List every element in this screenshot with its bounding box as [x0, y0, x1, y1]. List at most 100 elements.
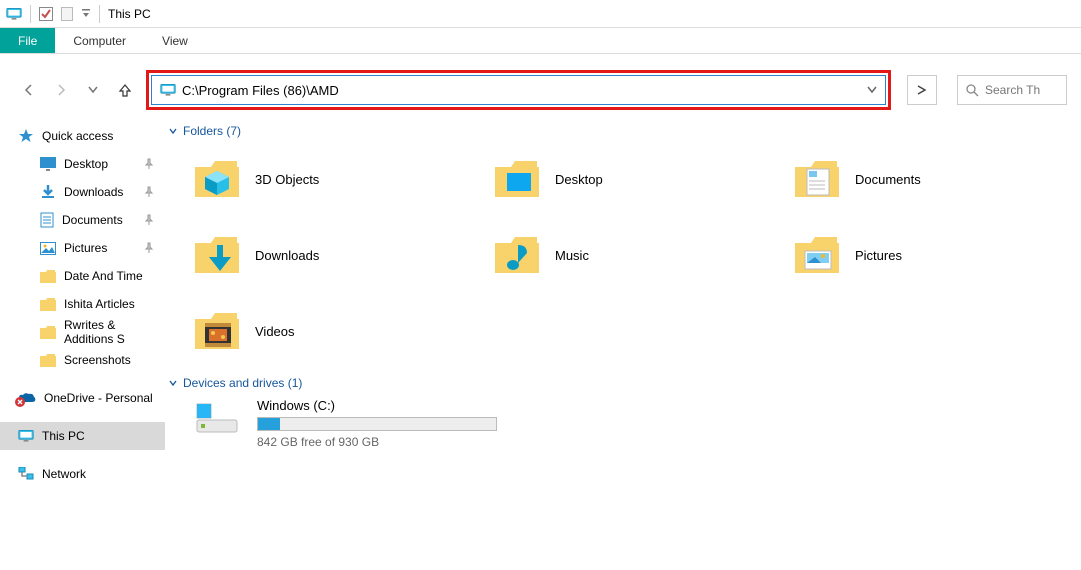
- item-label: Desktop: [555, 172, 603, 187]
- group-folders[interactable]: Folders (7): [169, 124, 1069, 138]
- search-box[interactable]: Search Th: [957, 75, 1067, 105]
- sidebar-item-documents[interactable]: Documents: [0, 206, 165, 234]
- folders-grid: 3D Objects Desktop Documents Downloads M…: [169, 146, 1069, 364]
- sidebar-item-label: Rwrites & Additions S: [64, 318, 155, 346]
- desktop-icon: [40, 157, 56, 171]
- drive-icon: [193, 398, 241, 438]
- sidebar-network-label: Network: [42, 467, 86, 481]
- item-label: Music: [555, 248, 589, 263]
- titlebar: This PC: [0, 0, 1081, 28]
- address-bar[interactable]: [151, 75, 886, 105]
- sidebar-item-pictures[interactable]: Pictures: [0, 234, 165, 262]
- nav-row: Search Th: [0, 66, 1081, 114]
- sidebar-quick-access-label: Quick access: [42, 129, 113, 143]
- folder-music[interactable]: Music: [469, 222, 769, 288]
- tab-computer[interactable]: Computer: [55, 28, 144, 53]
- onedrive-icon: [18, 392, 36, 404]
- up-button[interactable]: [114, 79, 136, 101]
- folder-icon: [40, 270, 56, 283]
- sidebar-this-pc[interactable]: This PC: [0, 422, 165, 450]
- item-label: Downloads: [255, 248, 319, 263]
- qat-doc-icon[interactable]: [61, 7, 73, 21]
- address-input[interactable]: [182, 83, 861, 98]
- sidebar-quick-access[interactable]: Quick access: [0, 122, 165, 150]
- drive-usage-bar: [257, 417, 497, 431]
- recent-dropdown[interactable]: [82, 79, 104, 101]
- downloads-icon: [40, 184, 56, 200]
- 3d-objects-icon: [193, 157, 241, 201]
- sidebar-onedrive[interactable]: OneDrive - Personal: [0, 384, 165, 412]
- qat-checkbox-icon[interactable]: [39, 7, 53, 21]
- tab-file[interactable]: File: [0, 28, 55, 53]
- address-bar-highlight: [146, 70, 891, 110]
- folder-3d-objects[interactable]: 3D Objects: [169, 146, 469, 212]
- group-devices-label: Devices and drives (1): [183, 376, 302, 390]
- pin-icon: [143, 158, 155, 170]
- folder-icon: [40, 326, 56, 339]
- drive-name: Windows (C:): [257, 398, 497, 413]
- sidebar-item-desktop[interactable]: Desktop: [0, 150, 165, 178]
- window-title: This PC: [108, 7, 151, 21]
- drive-c[interactable]: Windows (C:) 842 GB free of 930 GB: [169, 398, 1069, 449]
- documents-folder-icon: [793, 157, 841, 201]
- sidebar-item-label: Desktop: [64, 157, 108, 171]
- sidebar-item-downloads[interactable]: Downloads: [0, 178, 165, 206]
- music-folder-icon: [493, 233, 541, 277]
- tab-view[interactable]: View: [144, 28, 206, 53]
- main-area: Quick access Desktop Downloads Documents…: [0, 114, 1081, 570]
- this-pc-icon: [18, 429, 34, 443]
- tab-computer-label: Computer: [73, 34, 126, 48]
- sidebar-network[interactable]: Network: [0, 460, 165, 488]
- folder-documents[interactable]: Documents: [769, 146, 1069, 212]
- folder-desktop[interactable]: Desktop: [469, 146, 769, 212]
- downloads-folder-icon: [193, 233, 241, 277]
- chevron-down-icon[interactable]: [867, 86, 877, 94]
- group-folders-label: Folders (7): [183, 124, 241, 138]
- forward-button[interactable]: [50, 79, 72, 101]
- folder-icon: [40, 298, 56, 311]
- group-devices[interactable]: Devices and drives (1): [169, 376, 1069, 390]
- search-placeholder: Search Th: [985, 83, 1040, 97]
- separator: [30, 5, 31, 23]
- item-label: Documents: [855, 172, 921, 187]
- sidebar-item-folder[interactable]: Date And Time: [0, 262, 165, 290]
- sidebar-item-label: Documents: [62, 213, 123, 227]
- chevron-down-icon: [169, 379, 177, 387]
- item-label: Pictures: [855, 248, 902, 263]
- star-icon: [18, 128, 34, 144]
- separator: [99, 5, 100, 23]
- sidebar-item-label: Downloads: [64, 185, 123, 199]
- folder-videos[interactable]: Videos: [169, 298, 469, 364]
- sidebar-item-label: Ishita Articles: [64, 297, 135, 311]
- content-pane: Folders (7) 3D Objects Desktop Documents…: [165, 114, 1081, 570]
- qat-dropdown-icon[interactable]: [81, 8, 91, 20]
- search-icon: [966, 84, 979, 97]
- sidebar-item-folder[interactable]: Ishita Articles: [0, 290, 165, 318]
- this-pc-icon: [6, 7, 22, 21]
- ribbon-tabs: File Computer View: [0, 28, 1081, 54]
- item-label: 3D Objects: [255, 172, 319, 187]
- pin-icon: [143, 186, 155, 198]
- pictures-folder-icon: [793, 233, 841, 277]
- sidebar-item-folder[interactable]: Screenshots: [0, 346, 165, 374]
- drive-info: Windows (C:) 842 GB free of 930 GB: [257, 398, 497, 449]
- tab-view-label: View: [162, 34, 188, 48]
- videos-folder-icon: [193, 309, 241, 353]
- sidebar-item-label: Date And Time: [64, 269, 143, 283]
- sidebar-item-folder[interactable]: Rwrites & Additions S: [0, 318, 165, 346]
- tab-file-label: File: [18, 34, 37, 48]
- chevron-down-icon: [169, 127, 177, 135]
- folder-downloads[interactable]: Downloads: [169, 222, 469, 288]
- go-button[interactable]: [907, 75, 937, 105]
- pictures-icon: [40, 242, 56, 255]
- pin-icon: [143, 242, 155, 254]
- sidebar-this-pc-label: This PC: [42, 429, 85, 443]
- folder-icon: [40, 354, 56, 367]
- drive-usage-fill: [258, 418, 280, 430]
- sidebar-item-label: Screenshots: [64, 353, 131, 367]
- sidebar-item-label: Pictures: [64, 241, 107, 255]
- back-button[interactable]: [18, 79, 40, 101]
- documents-icon: [40, 212, 54, 228]
- sidebar-onedrive-label: OneDrive - Personal: [44, 391, 153, 405]
- folder-pictures[interactable]: Pictures: [769, 222, 1069, 288]
